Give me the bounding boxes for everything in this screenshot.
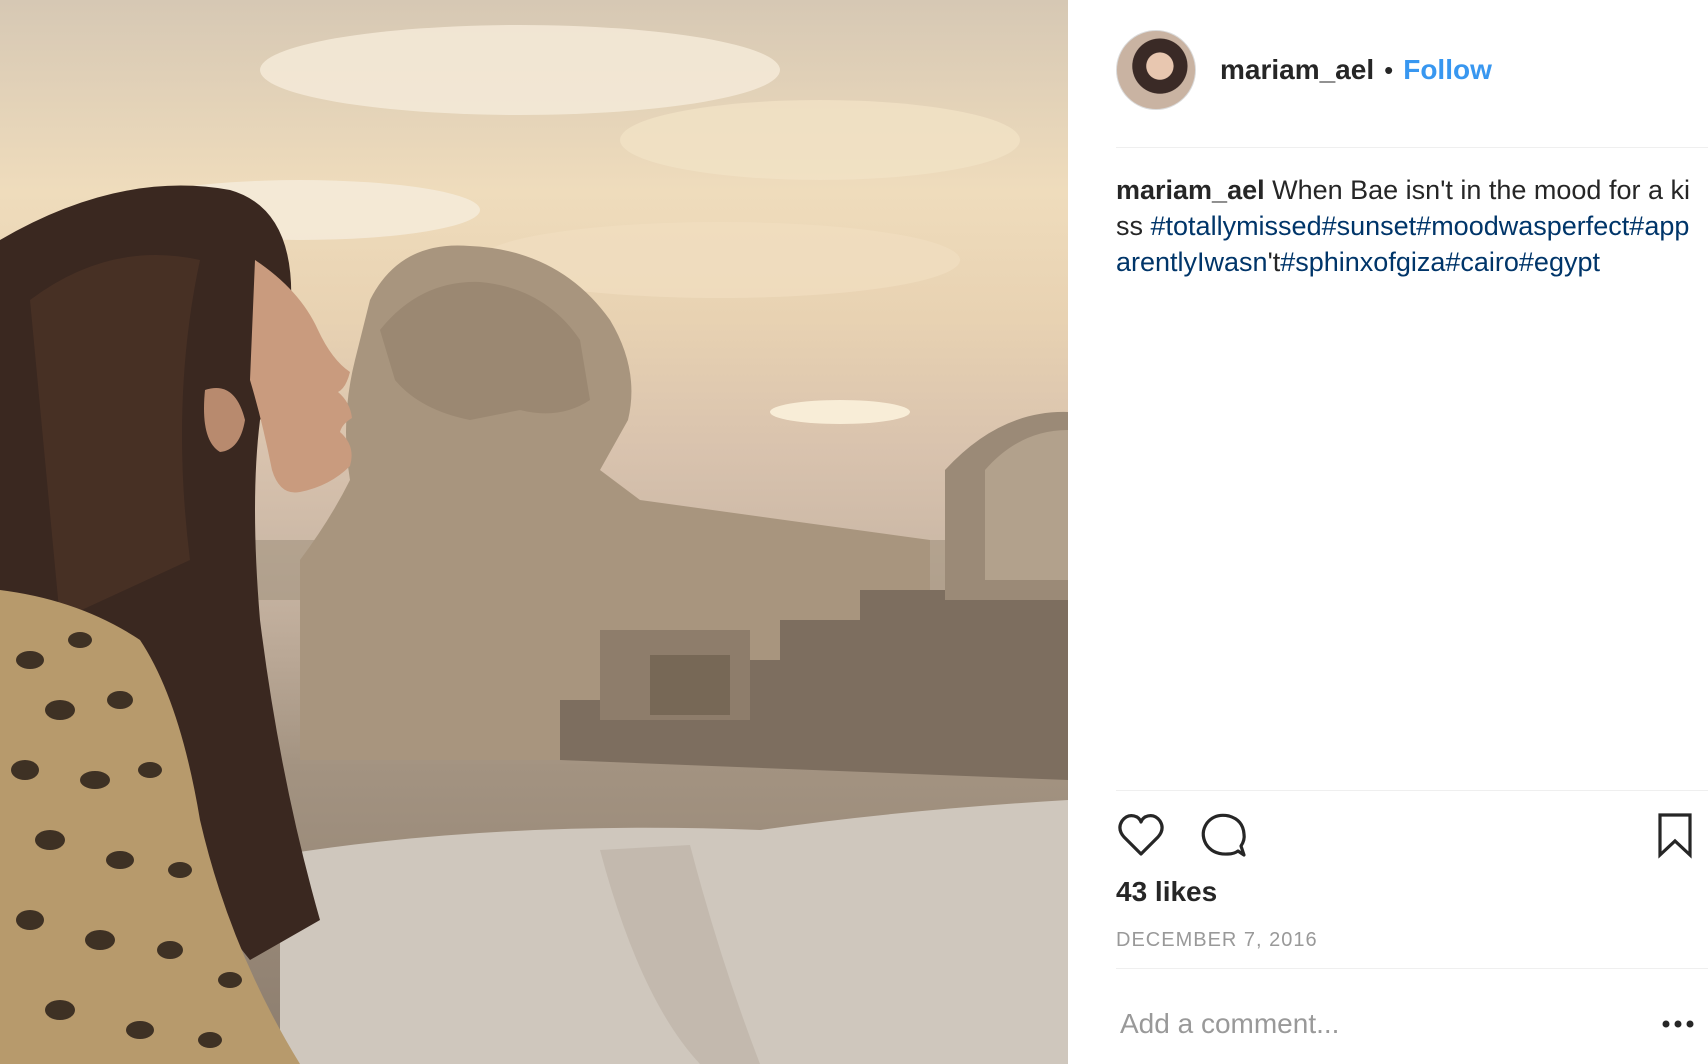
header-divider [1116,147,1708,148]
post-actions [1116,810,1698,862]
post-author-username[interactable]: mariam_ael [1220,54,1374,86]
post-details-panel: mariam_ael • Follow mariam_ael When Bae … [1068,0,1708,1064]
hashtag-link[interactable]: #moodwasperfect [1416,211,1629,241]
caption-username[interactable]: mariam_ael [1116,175,1265,205]
post-date[interactable]: DECEMBER 7, 2016 [1116,929,1318,952]
like-button[interactable] [1116,810,1168,862]
post-photo[interactable] [0,0,1068,1064]
comment-button[interactable] [1198,810,1250,862]
more-options-button[interactable] [1658,1004,1698,1044]
separator-dot: • [1384,54,1394,85]
comment-input[interactable] [1116,1008,1658,1040]
avatar[interactable] [1116,30,1196,110]
hashtag-link[interactable]: #cairo [1445,247,1519,277]
save-button[interactable] [1650,810,1702,862]
comment-divider [1116,968,1708,969]
likes-count[interactable]: 43 likes [1116,876,1217,908]
actions-divider [1116,790,1708,791]
more-options-icon [1662,1020,1694,1028]
heart-icon [1118,814,1164,856]
comment-bubble-icon [1201,813,1246,857]
caption-apostrophe: 't [1267,247,1281,277]
follow-button[interactable]: Follow [1403,54,1492,86]
hashtag-link[interactable]: #egypt [1519,247,1600,277]
bookmark-icon [1658,813,1692,859]
post-header: mariam_ael • Follow [1116,30,1492,110]
sphinx-scene-image [0,25,1068,1064]
post-caption: mariam_ael When Bae isn't in the mood fo… [1116,172,1698,280]
hashtag-link[interactable]: #sphinxofgiza [1280,247,1445,277]
comment-form [1116,994,1698,1054]
hashtag-link[interactable]: #sunset [1322,211,1417,241]
hashtag-link[interactable]: #totallymissed [1151,211,1322,241]
